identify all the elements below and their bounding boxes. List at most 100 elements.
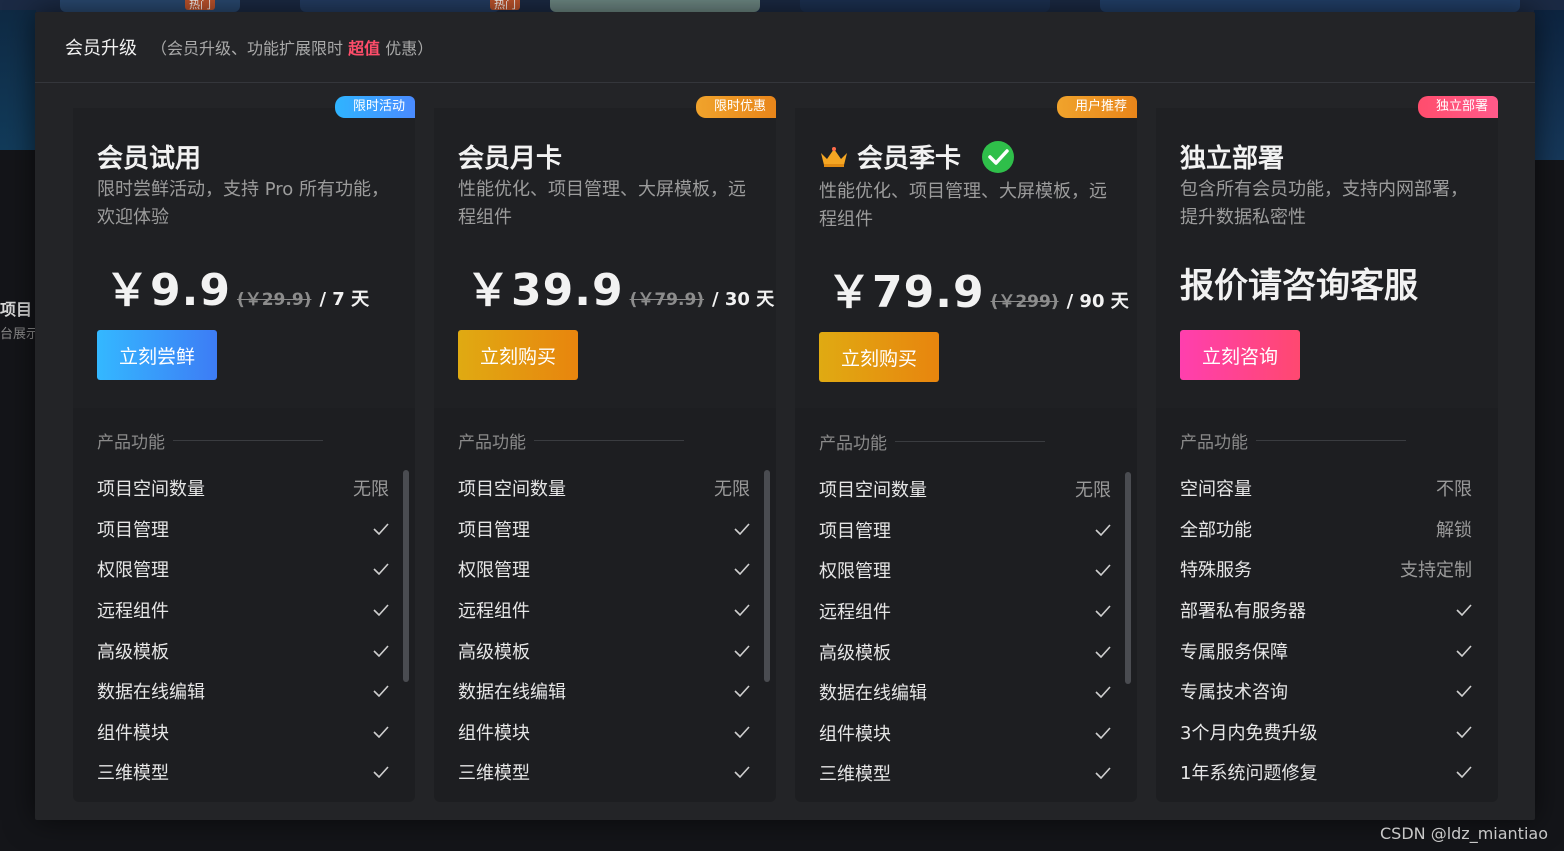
feature-row: 项目空间数量 无限 (819, 469, 1111, 510)
modal-subtitle-suffix: 优惠） (380, 39, 434, 58)
features-heading-label: 产品功能 (1180, 433, 1248, 453)
feature-value: 无限 (1075, 480, 1111, 502)
background-hot-tag: 热门 (490, 0, 520, 10)
feature-name: 权限管理 (458, 560, 530, 582)
plan-title: 独立部署 (1180, 138, 1284, 175)
background-side-title: 项目 (0, 300, 33, 319)
check-icon (1095, 767, 1111, 780)
plan-period: / 90 天 (1066, 291, 1129, 312)
feature-name: 组件模块 (819, 723, 891, 745)
features-heading: 产品功能 (819, 429, 1045, 454)
check-icon (1095, 646, 1111, 658)
feature-row: 远程组件 (819, 591, 1111, 632)
feature-name: 组件模块 (458, 722, 530, 744)
background-thumbnail (800, 0, 1050, 12)
feature-row: 特殊服务 支持定制 (1180, 549, 1472, 590)
plan-card-header: 独立部署 独立部署 包含所有会员功能，支持内网部署，提升数据私密性 报价请咨询客… (1156, 96, 1498, 408)
feature-scrollbar[interactable] (764, 470, 770, 682)
plan-ribbon: 限时活动 (334, 96, 415, 118)
features-heading-label: 产品功能 (819, 434, 887, 454)
feature-name: 全部功能 (1180, 519, 1252, 541)
check-icon (734, 604, 750, 617)
feature-row: 远程组件 (97, 590, 389, 631)
feature-name: 三维模型 (97, 763, 169, 785)
feature-row: 权限管理 (458, 549, 750, 590)
features-heading-label: 产品功能 (458, 433, 526, 453)
check-icon (373, 645, 389, 657)
plan-card-header: 限时活动 会员试用 限时尝鲜活动，支持 Pro 所有功能，欢迎体验 ￥9.9 (… (73, 96, 415, 408)
feature-row: 项目管理 (819, 510, 1111, 551)
feature-row: 组件模块 (819, 713, 1111, 754)
plan-price: ￥79.9 (827, 267, 985, 318)
feature-row: 权限管理 (819, 550, 1111, 591)
feature-row: 高级模板 (819, 631, 1111, 672)
feature-name: 项目管理 (458, 519, 530, 541)
features-heading: 产品功能 (458, 428, 684, 453)
check-icon (734, 685, 750, 698)
feature-name: 空间容量 (1180, 479, 1252, 501)
feature-value: 不限 (1436, 479, 1472, 501)
check-icon (373, 563, 389, 576)
features-divider (534, 440, 684, 441)
plan-cards: 限时活动 会员试用 限时尝鲜活动，支持 Pro 所有功能，欢迎体验 ￥9.9 (… (73, 96, 1503, 802)
plan-old-price: (￥299) (990, 292, 1059, 312)
buy-now-button[interactable]: 立刻购买 (819, 332, 939, 382)
feature-list: 项目空间数量 无限 项目管理 权限管理 远程组件 高级模板 数据在线编辑 组件模块… (458, 468, 750, 793)
feature-row: 专属服务保障 (1180, 630, 1472, 671)
buy-now-button[interactable]: 立刻购买 (458, 330, 578, 380)
check-icon (1456, 604, 1472, 617)
feature-row: 全部功能 解锁 (1180, 509, 1472, 550)
check-icon (1456, 645, 1472, 657)
background-hot-tag: 热门 (185, 0, 215, 10)
plan-ribbon: 用户推荐 (1056, 96, 1137, 118)
try-now-button[interactable]: 立刻尝鲜 (97, 330, 217, 380)
feature-row: 远程组件 (458, 590, 750, 631)
feature-row: 三维模型 (97, 752, 389, 793)
feature-list: 项目空间数量 无限 项目管理 权限管理 远程组件 高级模板 数据在线编辑 组件模块… (819, 469, 1111, 794)
feature-row: 项目空间数量 无限 (458, 468, 750, 509)
feature-row: 项目管理 (458, 509, 750, 550)
plan-card-private-deploy: 独立部署 独立部署 包含所有会员功能，支持内网部署，提升数据私密性 报价请咨询客… (1156, 96, 1498, 802)
feature-scrollbar[interactable] (403, 470, 409, 682)
feature-scrollbar[interactable] (1125, 472, 1131, 684)
feature-row: 数据在线编辑 (97, 671, 389, 712)
feature-row: 数据在线编辑 (819, 672, 1111, 713)
feature-name: 项目管理 (819, 520, 891, 542)
plan-card-monthly: 限时优惠 会员月卡 性能优化、项目管理、大屏模板，远程组件 ￥39.9 (￥79… (434, 96, 776, 802)
feature-row: 三维模型 (819, 753, 1111, 794)
check-icon (1095, 564, 1111, 577)
check-icon (1456, 685, 1472, 698)
feature-name: 高级模板 (458, 641, 530, 663)
feature-value: 解锁 (1436, 519, 1472, 541)
feature-row: 3个月内免费升级 (1180, 712, 1472, 753)
consult-button[interactable]: 立刻咨询 (1180, 330, 1300, 380)
background-thumbnail (300, 0, 500, 12)
feature-name: 组件模块 (97, 722, 169, 744)
features-heading: 产品功能 (1180, 428, 1406, 453)
feature-row: 高级模板 (458, 630, 750, 671)
feature-row: 项目管理 (97, 509, 389, 550)
check-circle-icon (982, 140, 1015, 173)
plan-description: 性能优化、项目管理、大屏模板，远程组件 (819, 181, 1107, 230)
check-icon (373, 685, 389, 698)
check-icon (373, 726, 389, 738)
check-icon (734, 645, 750, 657)
check-icon (734, 766, 750, 779)
plan-old-price: (￥79.9) (629, 290, 705, 310)
check-icon (1095, 605, 1111, 618)
check-icon (1095, 686, 1111, 699)
feature-name: 三维模型 (819, 764, 891, 786)
feature-row: 数据在线编辑 (458, 671, 750, 712)
feature-name: 数据在线编辑 (458, 682, 566, 704)
plan-ribbon: 限时优惠 (695, 96, 776, 118)
feature-row: 权限管理 (97, 549, 389, 590)
feature-name: 高级模板 (819, 642, 891, 664)
feature-name: 远程组件 (819, 602, 891, 624)
plan-description: 性能优化、项目管理、大屏模板，远程组件 (458, 179, 746, 228)
plan-card-header: 限时优惠 会员月卡 性能优化、项目管理、大屏模板，远程组件 ￥39.9 (￥79… (434, 96, 776, 408)
features-divider (895, 441, 1045, 442)
plan-price: ￥9.9 (105, 265, 231, 316)
background-thumbnail (1100, 0, 1520, 12)
feature-name: 权限管理 (819, 561, 891, 583)
feature-name: 特殊服务 (1180, 560, 1252, 582)
